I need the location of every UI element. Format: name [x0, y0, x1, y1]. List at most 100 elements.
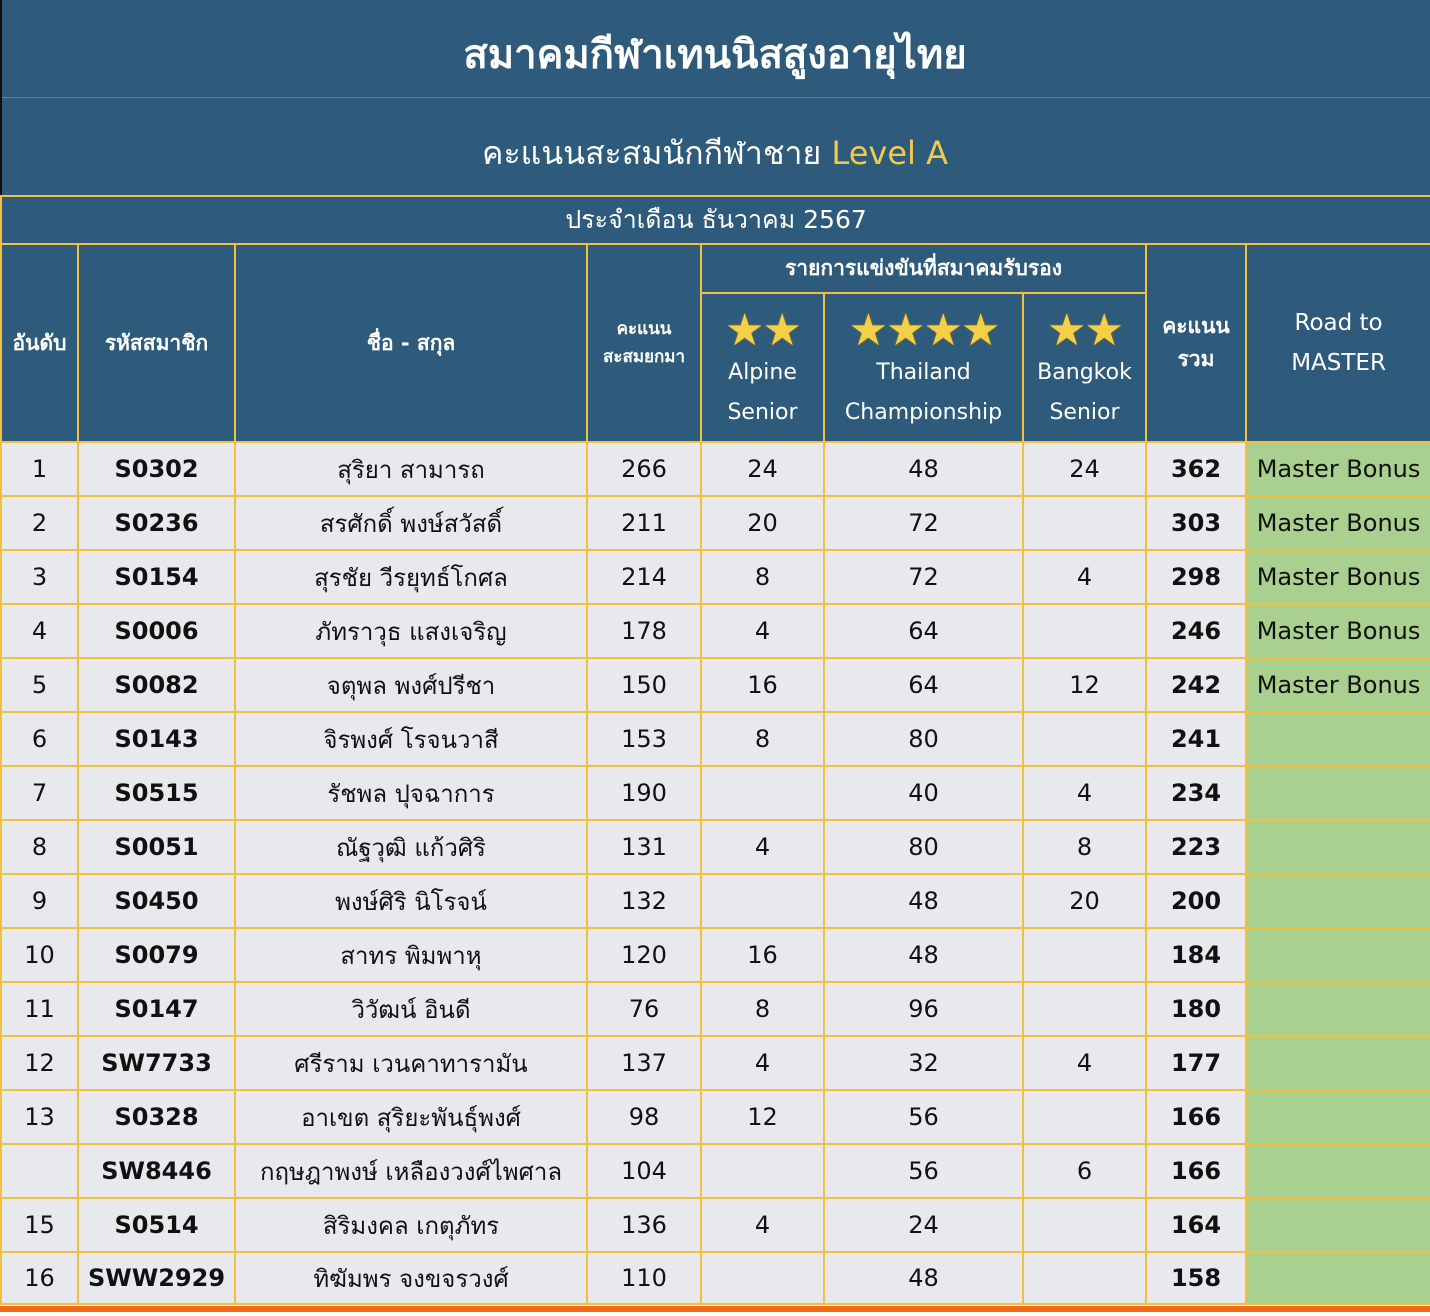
total-cell: 180 — [1145, 981, 1247, 1037]
accumulated-cell: 178 — [586, 603, 702, 659]
accumulated-cell: 120 — [586, 927, 702, 983]
alpine-cell: 4 — [700, 603, 825, 659]
accumulated-header-line2: สะสมยกมา — [602, 347, 686, 367]
road-cell: Master Bonus — [1244, 657, 1430, 713]
table-row: 13 S0328 อาเขต สุริยะพันธุ์พงศ์ 98 12 56 166 — [0, 1089, 1430, 1145]
event-header-alpine: ★★ Alpine Senior — [700, 292, 825, 443]
name-cell: อาเขต สุริยะพันธุ์พงศ์ — [234, 1089, 588, 1145]
event-name-line2: Championship — [844, 399, 1003, 425]
bangkok-cell: 4 — [1022, 765, 1147, 821]
month-label: ประจำเดือน ธันวาคม 2567 — [0, 195, 1430, 245]
total-cell: 223 — [1145, 819, 1247, 875]
subtitle-text: คะแนนสะสมนักกีฬาชาย — [482, 134, 822, 172]
bangkok-cell — [1022, 603, 1147, 659]
rank-cell: 16 — [0, 1251, 79, 1305]
ranking-table: ประจำเดือน ธันวาคม 2567 อันดับ รหัสสมาชิ… — [0, 195, 1430, 1305]
alpine-cell: 8 — [700, 711, 825, 767]
name-cell: ศรีราม เวนคาทารามัน — [234, 1035, 588, 1091]
table-row: 4 S0006 ภัทราวุธ แสงเจริญ 178 4 64 246 Master B… — [0, 603, 1430, 659]
bangkok-cell — [1022, 711, 1147, 767]
alpine-cell: 4 — [700, 819, 825, 875]
rank-header: อันดับ — [0, 243, 79, 443]
rank-cell — [0, 1143, 79, 1199]
total-header-line2: รวม — [1177, 347, 1215, 371]
road-header-line2: MASTER — [1291, 350, 1386, 376]
road-cell: Master Bonus — [1244, 441, 1430, 497]
name-cell: วิวัฒน์ อินดี — [234, 981, 588, 1037]
member-code-cell: SW8446 — [77, 1143, 236, 1199]
bangkok-cell — [1022, 1251, 1147, 1305]
accumulated-cell: 150 — [586, 657, 702, 713]
table-row: 15 S0514 สิริมงคล เกตุภัทร 136 4 24 164 — [0, 1197, 1430, 1253]
total-cell: 166 — [1145, 1089, 1247, 1145]
bangkok-cell: 4 — [1022, 1035, 1147, 1091]
alpine-cell — [700, 873, 825, 929]
thailand-cell: 80 — [823, 819, 1024, 875]
member-code-cell: S0328 — [77, 1089, 236, 1145]
event-name-line1: Bangkok — [1037, 359, 1132, 385]
rank-cell: 12 — [0, 1035, 79, 1091]
bangkok-cell: 6 — [1022, 1143, 1147, 1199]
bottom-divider — [0, 1306, 1430, 1312]
name-cell: กฤษฎาพงษ์ เหลืองวงศ์ไพศาล — [234, 1143, 588, 1199]
total-cell: 158 — [1145, 1251, 1247, 1305]
member-code-cell: S0302 — [77, 441, 236, 497]
table-row: 6 S0143 จิรพงศ์ โรจนวาสี 153 8 80 241 — [0, 711, 1430, 767]
rank-cell: 10 — [0, 927, 79, 983]
star-rating-icon: ★★ — [725, 304, 802, 356]
table-row: 2 S0236 สรศักดิ์ พงษ์สวัสดิ์ 211 20 72 303 Mast… — [0, 495, 1430, 551]
alpine-cell — [700, 1251, 825, 1305]
rank-cell: 7 — [0, 765, 79, 821]
road-cell: Master Bonus — [1244, 549, 1430, 605]
rank-cell: 5 — [0, 657, 79, 713]
name-cell: ณัฐวุฒิ แก้วศิริ — [234, 819, 588, 875]
accumulated-header: คะแนน สะสมยกมา — [586, 243, 702, 443]
member-code-cell: S0082 — [77, 657, 236, 713]
table-row: 9 S0450 พงษ์ศิริ นิโรจน์ 132 48 20 200 — [0, 873, 1430, 929]
thailand-cell: 64 — [823, 657, 1024, 713]
accumulated-cell: 76 — [586, 981, 702, 1037]
accumulated-cell: 137 — [586, 1035, 702, 1091]
road-cell — [1244, 1035, 1430, 1091]
bangkok-cell — [1022, 927, 1147, 983]
event-header-thailand: ★★★★ Thailand Championship — [823, 292, 1024, 443]
rank-cell: 6 — [0, 711, 79, 767]
alpine-cell: 8 — [700, 549, 825, 605]
alpine-cell — [700, 765, 825, 821]
total-cell: 241 — [1145, 711, 1247, 767]
thailand-cell: 72 — [823, 549, 1024, 605]
thailand-cell: 72 — [823, 495, 1024, 551]
bangkok-cell: 12 — [1022, 657, 1147, 713]
accumulated-cell: 153 — [586, 711, 702, 767]
member-code-cell: S0515 — [77, 765, 236, 821]
total-cell: 242 — [1145, 657, 1247, 713]
bangkok-cell: 24 — [1022, 441, 1147, 497]
accumulated-cell: 132 — [586, 873, 702, 929]
rank-cell: 4 — [0, 603, 79, 659]
accumulated-header-line1: คะแนน — [616, 319, 672, 339]
accumulated-cell: 110 — [586, 1251, 702, 1305]
name-cell: จตุพล พงศ์ปรีชา — [234, 657, 588, 713]
month-row: ประจำเดือน ธันวาคม 2567 — [0, 195, 1430, 245]
member-code-header: รหัสสมาชิก — [77, 243, 236, 443]
total-cell: 164 — [1145, 1197, 1247, 1253]
alpine-cell: 8 — [700, 981, 825, 1037]
ranking-rows: 1 S0302 สุริยา สามารถ 266 24 48 24 362 Master Bo… — [0, 441, 1430, 1305]
rank-cell: 13 — [0, 1089, 79, 1145]
title-divider — [0, 97, 1430, 98]
member-code-cell: SW7733 — [77, 1035, 236, 1091]
name-cell: จิรพงศ์ โรจนวาสี — [234, 711, 588, 767]
road-cell — [1244, 1251, 1430, 1305]
rank-cell: 1 — [0, 441, 79, 497]
road-cell: Master Bonus — [1244, 495, 1430, 551]
alpine-cell: 20 — [700, 495, 825, 551]
road-cell — [1244, 819, 1430, 875]
accumulated-cell: 104 — [586, 1143, 702, 1199]
road-cell — [1244, 1089, 1430, 1145]
accumulated-cell: 136 — [586, 1197, 702, 1253]
member-code-cell: S0143 — [77, 711, 236, 767]
table-row: 8 S0051 ณัฐวุฒิ แก้วศิริ 131 4 80 8 223 — [0, 819, 1430, 875]
rank-cell: 11 — [0, 981, 79, 1037]
name-cell: ภัทราวุธ แสงเจริญ — [234, 603, 588, 659]
total-cell: 177 — [1145, 1035, 1247, 1091]
